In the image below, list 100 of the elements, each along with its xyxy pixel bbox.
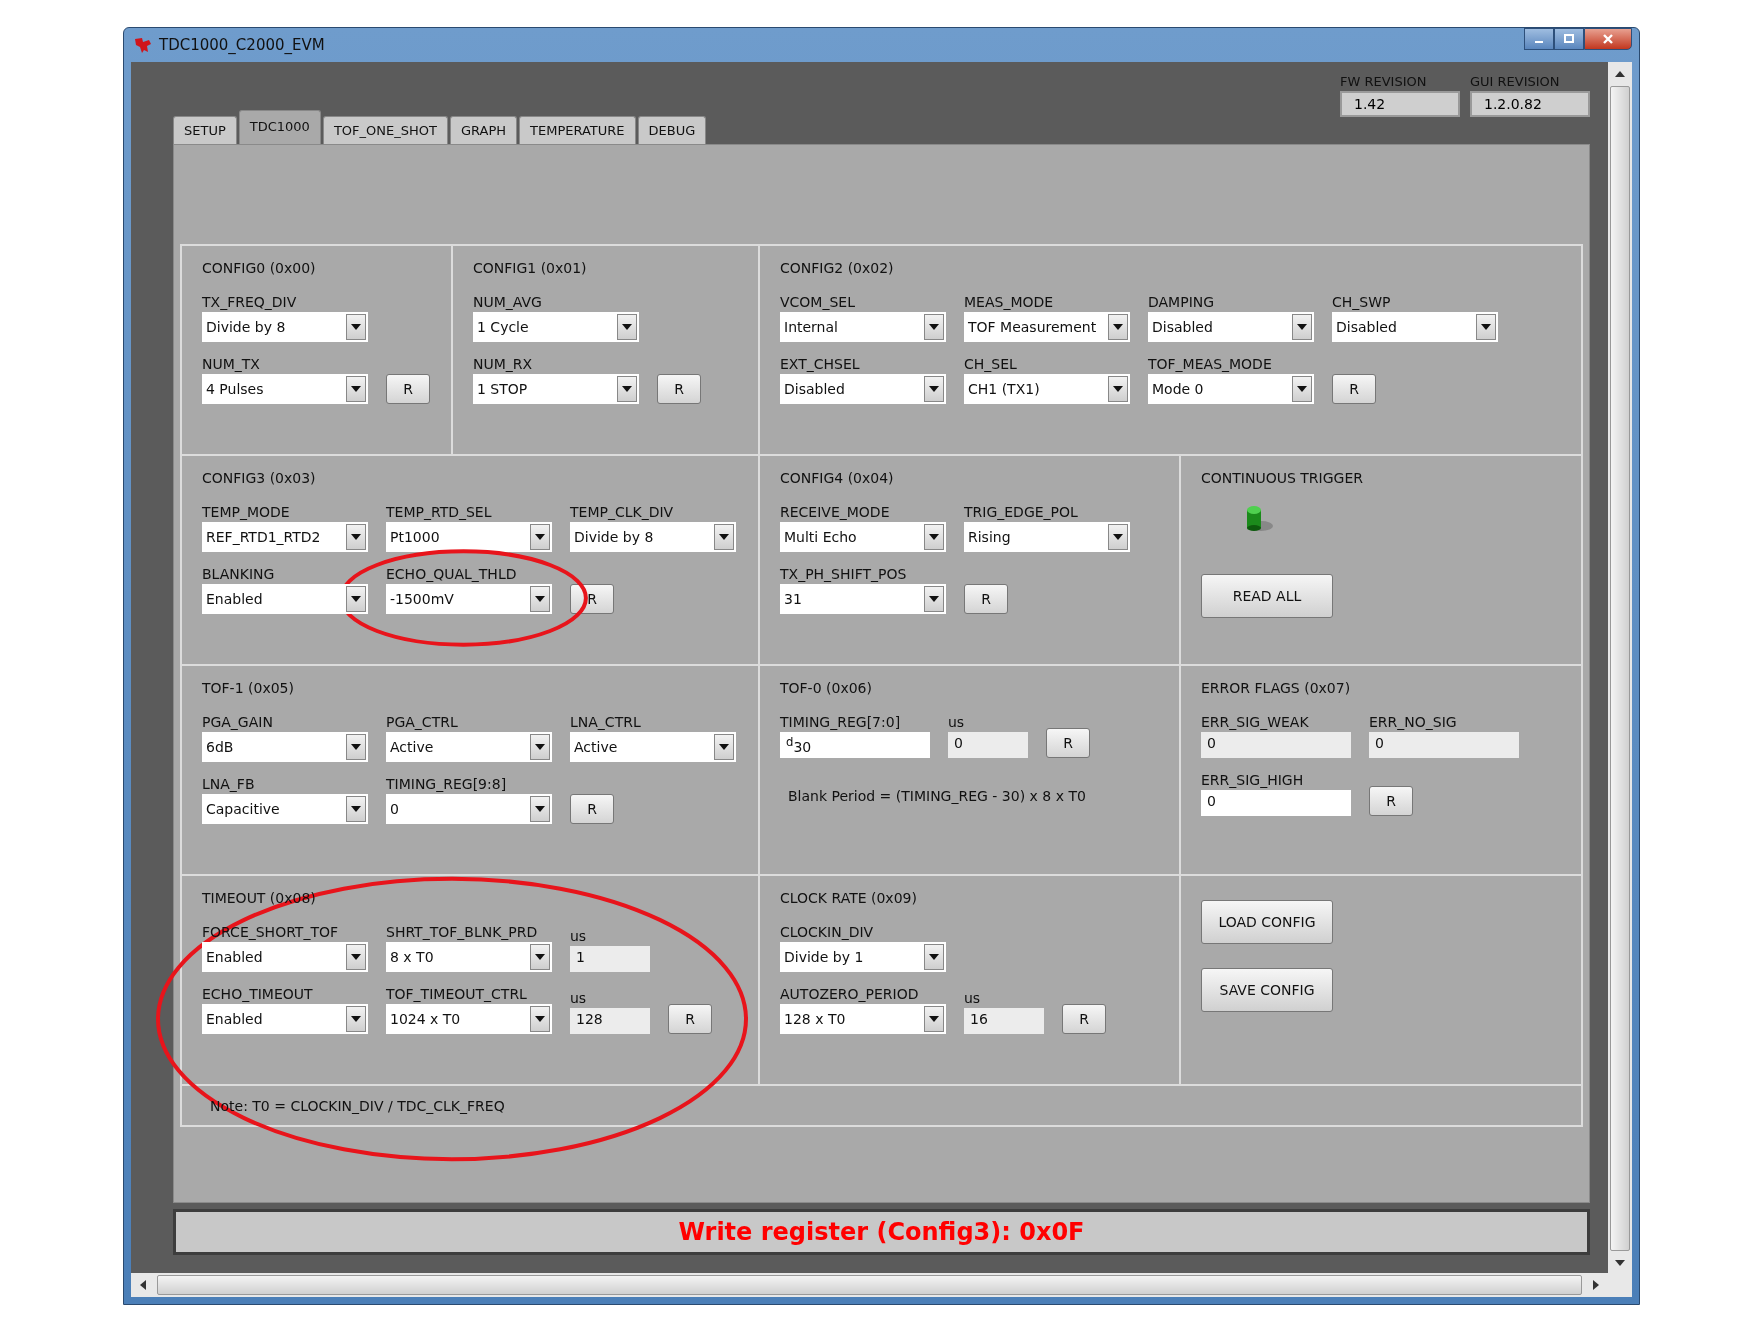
dropdown[interactable]: CH1 (TX1)	[964, 374, 1130, 404]
field-label: CH_SWP	[1332, 294, 1392, 310]
dropdown[interactable]: Divide by 8	[202, 312, 368, 342]
field-label: ECHO_QUAL_THLD	[386, 566, 518, 582]
dropdown[interactable]: Divide by 8	[570, 522, 736, 552]
panel-title: CONFIG3 (0x03)	[202, 470, 317, 486]
field-label: VCOM_SEL	[780, 294, 856, 310]
read-button[interactable]: R	[668, 1004, 712, 1034]
read-button[interactable]: R	[386, 374, 430, 404]
minimize-button[interactable]	[1524, 28, 1554, 50]
dropdown[interactable]: Internal	[780, 312, 946, 342]
dropdown[interactable]: 1 STOP	[473, 374, 639, 404]
field-label: MEAS_MODE	[964, 294, 1055, 310]
panel-title: CONFIG2 (0x02)	[780, 260, 895, 276]
dropdown[interactable]: TOF Measurement	[964, 312, 1130, 342]
scroll-right-icon[interactable]	[1592, 1280, 1600, 1290]
action-button[interactable]: LOAD CONFIG	[1201, 900, 1333, 944]
field-label: us	[570, 990, 588, 1006]
panel-title: CONFIG0 (0x00)	[202, 260, 317, 276]
field-label: NUM_AVG	[473, 294, 543, 310]
horizontal-scrollbar[interactable]	[131, 1273, 1608, 1297]
read-button[interactable]: R	[657, 374, 701, 404]
read-button[interactable]: R	[570, 794, 614, 824]
maximize-button[interactable]	[1554, 28, 1584, 50]
dropdown[interactable]: Enabled	[202, 1004, 368, 1034]
readout-field: 0	[1369, 732, 1519, 758]
scroll-up-icon[interactable]	[1615, 70, 1625, 78]
field-label: LNA_CTRL	[570, 714, 642, 730]
field-label: FW REVISION	[1340, 74, 1428, 89]
dropdown[interactable]: Active	[570, 732, 736, 762]
field-label: TIMING_REG[9:8]	[386, 776, 508, 792]
field-label: TX_PH_SHIFT_POS	[780, 566, 908, 582]
panel-title: CONFIG1 (0x01)	[473, 260, 588, 276]
scroll-down-icon[interactable]	[1615, 1259, 1625, 1267]
scroll-left-icon[interactable]	[139, 1280, 147, 1290]
dropdown[interactable]: 8 x T0	[386, 942, 552, 972]
dropdown[interactable]: Disabled	[780, 374, 946, 404]
close-icon[interactable]	[1602, 33, 1614, 45]
tab[interactable]: TEMPERATURE	[519, 116, 636, 144]
tab[interactable]: GRAPH	[449, 116, 517, 144]
field-label: LNA_FB	[202, 776, 256, 792]
dropdown[interactable]: 1 Cycle	[473, 312, 639, 342]
tab[interactable]: SETUP	[173, 116, 237, 144]
scrollbar-thumb[interactable]	[157, 1275, 1582, 1295]
dropdown[interactable]: 128 x T0	[780, 1004, 946, 1034]
dropdown[interactable]: 6dB	[202, 732, 368, 762]
status-message: Write register (Config3): 0x0F	[678, 1218, 1085, 1246]
dropdown[interactable]: 0	[386, 794, 552, 824]
field-label: RECEIVE_MODE	[780, 504, 891, 520]
dropdown[interactable]: Multi Echo	[780, 522, 946, 552]
dropdown[interactable]: Pt1000	[386, 522, 552, 552]
readout-field: 128	[570, 1008, 650, 1034]
field-label: us	[570, 928, 588, 944]
panel-title: CLOCK RATE (0x09)	[780, 890, 918, 906]
dropdown[interactable]: Disabled	[1148, 312, 1314, 342]
dropdown[interactable]: 4 Pulses	[202, 374, 368, 404]
read-button[interactable]: R	[1062, 1004, 1106, 1034]
field-label: TEMP_CLK_DIV	[570, 504, 675, 520]
field-label: GUI REVISION	[1470, 74, 1561, 89]
action-button[interactable]: READ ALL	[1201, 574, 1333, 618]
field-label: ERR_SIG_WEAK	[1201, 714, 1310, 730]
field-label: TOF_TIMEOUT_CTRL	[386, 986, 528, 1002]
tab[interactable]: DEBUG	[637, 116, 707, 144]
tab[interactable]: TOF_ONE_SHOT	[322, 116, 448, 144]
input-field[interactable]: $^{d}$30	[780, 732, 930, 758]
read-button[interactable]: R	[1332, 374, 1376, 404]
dropdown[interactable]: Active	[386, 732, 552, 762]
tab[interactable]: TDC1000	[238, 110, 321, 144]
dropdown[interactable]: 1024 x T0	[386, 1004, 552, 1034]
action-button[interactable]: SAVE CONFIG	[1201, 968, 1333, 1012]
panel-title: TOF-1 (0x05)	[202, 680, 295, 696]
dropdown[interactable]: Capacitive	[202, 794, 368, 824]
dropdown[interactable]: -1500mV	[386, 584, 552, 614]
vertical-scrollbar[interactable]	[1608, 62, 1632, 1297]
dropdown[interactable]: 31	[780, 584, 946, 614]
dropdown[interactable]: Divide by 1	[780, 942, 946, 972]
scrollbar-thumb[interactable]	[1610, 86, 1630, 1251]
field-label: us	[948, 714, 966, 730]
readout-field: 1.2.0.82	[1470, 91, 1590, 117]
field-label: CLOCKIN_DIV	[780, 924, 875, 940]
panel-title: ERROR FLAGS (0x07)	[1201, 680, 1352, 696]
read-button[interactable]: R	[1369, 786, 1413, 816]
read-button[interactable]: R	[964, 584, 1008, 614]
readout-field: 16	[964, 1008, 1044, 1034]
field-label: us	[964, 990, 982, 1006]
dropdown[interactable]: Mode 0	[1148, 374, 1314, 404]
read-button[interactable]: R	[570, 584, 614, 614]
dropdown[interactable]: Rising	[964, 522, 1130, 552]
field-label: DAMPING	[1148, 294, 1216, 310]
field-label: BLANKING	[202, 566, 276, 582]
dropdown[interactable]: REF_RTD1_RTD2	[202, 522, 368, 552]
dropdown[interactable]: Enabled	[202, 942, 368, 972]
dropdown[interactable]: Enabled	[202, 584, 368, 614]
close-button[interactable]	[1584, 28, 1632, 50]
read-button[interactable]: R	[1046, 728, 1090, 758]
formula-text: Blank Period = (TIMING_REG - 30) x 8 x T0	[788, 788, 1086, 804]
field-label: SHRT_TOF_BLNK_PRD	[386, 924, 539, 940]
dropdown[interactable]: Disabled	[1332, 312, 1498, 342]
panel-title: TOF-0 (0x06)	[780, 680, 873, 696]
input-field[interactable]: 0	[1201, 790, 1351, 816]
